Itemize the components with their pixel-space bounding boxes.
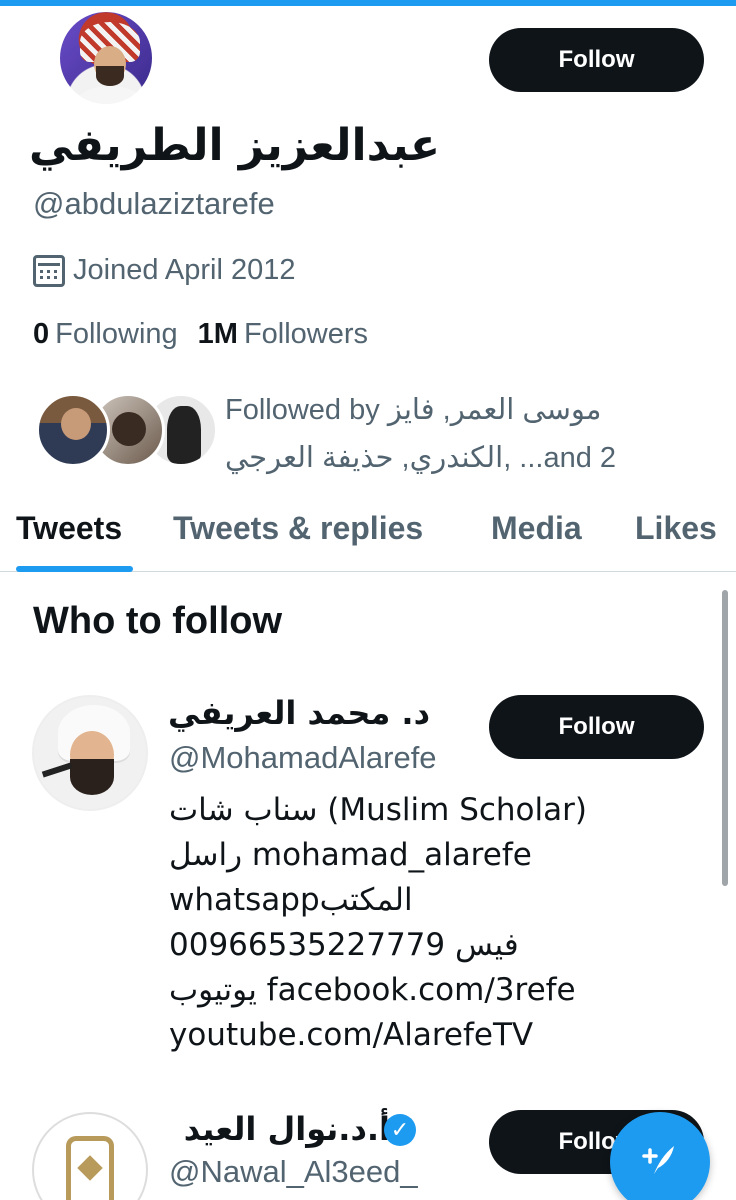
compose-tweet-icon: [642, 1146, 674, 1174]
verified-badge-icon: ✓: [384, 1114, 416, 1146]
active-tab-indicator: [16, 566, 133, 572]
follow-stats: 0 Following 1M Followers: [33, 318, 368, 351]
bio-line: يوتيوب facebook.com/3refe: [169, 972, 576, 1008]
suggestion-name[interactable]: أ.د.نوال العيد: [100, 1110, 390, 1148]
following-link[interactable]: 0 Following: [33, 318, 178, 351]
microphone-icon: [41, 762, 73, 778]
tab-tweets-replies[interactable]: Tweets & replies: [173, 510, 423, 547]
suggestion-follow-button[interactable]: Follow: [489, 695, 704, 759]
profile-display-name: عبدالعزيز الطريفي: [29, 120, 440, 171]
tab-likes[interactable]: Likes: [635, 510, 717, 547]
followers-link[interactable]: 1M Followers: [198, 318, 368, 351]
followed-by-line: الكندري, حذيفة العرجي, ...and 2: [225, 442, 617, 474]
bio-line: سناب شات (Muslim Scholar): [169, 792, 587, 828]
tab-media[interactable]: Media: [491, 510, 582, 547]
profile-tabs: Tweets Tweets & replies Media Likes: [0, 498, 736, 572]
who-to-follow-title: Who to follow: [33, 600, 283, 642]
follower-avatar: [36, 393, 110, 467]
suggestion-handle[interactable]: @MohamadAlarefe: [169, 740, 437, 776]
profile-avatar[interactable]: [56, 8, 156, 108]
bio-line: راسل mohamad_alarefe: [169, 837, 532, 873]
bio-line: whatsappالمكتب: [169, 882, 413, 918]
bio-line: فيس 00966535227779: [169, 927, 519, 963]
followed-by-text[interactable]: Followed by موسى العمر, فايز الكندري, حذ…: [225, 386, 645, 482]
followers-count: 1M: [197, 318, 238, 350]
followers-label: Followers: [243, 318, 369, 350]
joined-text: Joined April 2012: [73, 254, 296, 286]
following-label: Following: [55, 318, 178, 350]
bio-line: youtube.com/AlarefeTV: [169, 1017, 534, 1053]
suggestion-name[interactable]: د. محمد العريفي: [100, 694, 430, 732]
followed-by-line: Followed by موسى العمر, فايز: [225, 394, 602, 426]
following-count: 0: [33, 318, 50, 350]
scrollbar[interactable]: [722, 590, 728, 886]
profile-handle: @abdulaziztarefe: [33, 186, 275, 221]
joined-date: Joined April 2012: [33, 254, 296, 287]
top-accent-strip: [0, 0, 736, 6]
tab-tweets[interactable]: Tweets: [16, 510, 122, 547]
suggestion-handle[interactable]: @Nawal_Al3eed_: [169, 1154, 418, 1190]
avatar-beard: [96, 66, 124, 86]
followed-by-avatars[interactable]: [36, 393, 226, 469]
follow-button[interactable]: Follow: [489, 28, 704, 92]
suggestion-bio: سناب شات (Muslim Scholar) راسل mohamad_a…: [169, 788, 587, 1058]
avatar-robe: [74, 86, 146, 104]
calendar-icon: [33, 254, 65, 287]
